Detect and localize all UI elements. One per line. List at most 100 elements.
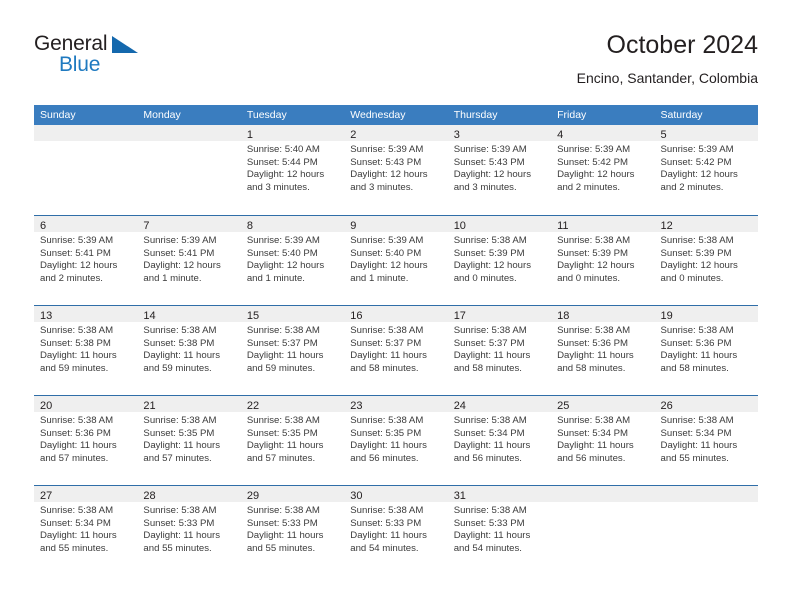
day-detail-sunrise: Sunrise: 5:38 AM: [143, 325, 217, 336]
day-cell[interactable]: 30 Sunrise: 5:38 AM Sunset: 5:33 PM Dayligh…: [344, 486, 448, 575]
day-cell[interactable]: 12 Sunrise: 5:38 AM Sunset: 5:39 PM Dayligh…: [654, 216, 758, 305]
day-cell[interactable]: 15 Sunrise: 5:38 AM Sunset: 5:37 PM Dayligh…: [240, 306, 345, 395]
day-detail-daylight1: Daylight: 12 hours: [246, 260, 325, 272]
day-detail-daylight2: and 56 minutes.: [453, 452, 522, 464]
day-detail-daylight1: Daylight: 11 hours: [246, 350, 324, 362]
day-detail-sunrise: Sunrise: 5:38 AM: [557, 325, 631, 336]
day-detail-sunset: Sunset: 5:34 PM: [453, 427, 525, 439]
day-number-strip: 21: [137, 396, 241, 412]
day-number: 12: [660, 220, 673, 232]
day-detail-daylight1: Daylight: 11 hours: [143, 350, 221, 362]
day-details: Sunrise: 5:38 AM Sunset: 5:37 PM Daylight:…: [448, 322, 551, 375]
day-detail-sunset: Sunset: 5:35 PM: [143, 427, 215, 439]
day-number: 22: [246, 400, 260, 412]
day-cell[interactable]: 8 Sunrise: 5:39 AM Sunset: 5:40 PM Daylight…: [240, 216, 345, 305]
week-row: 20 Sunrise: 5:38 AM Sunset: 5:36 PM Dayligh…: [34, 395, 758, 485]
day-number: 24: [453, 400, 466, 412]
day-detail-sunrise: Sunrise: 5:38 AM: [660, 235, 734, 246]
general-blue-logo[interactable]: General Blue: [34, 32, 154, 88]
day-cell[interactable]: 4 Sunrise: 5:39 AM Sunset: 5:42 PM Daylight…: [551, 125, 655, 215]
day-detail-daylight1: Daylight: 11 hours: [453, 440, 531, 452]
week-row: 6 Sunrise: 5:39 AM Sunset: 5:41 PM Daylight…: [34, 215, 758, 305]
day-detail-sunset: Sunset: 5:39 PM: [453, 247, 525, 259]
day-cell[interactable]: 2 Sunrise: 5:39 AM Sunset: 5:43 PM Daylight…: [344, 125, 448, 215]
day-detail-daylight1: Daylight: 11 hours: [453, 530, 531, 542]
day-cell[interactable]: 7 Sunrise: 5:39 AM Sunset: 5:41 PM Daylight…: [137, 216, 241, 305]
day-cell[interactable]: 9 Sunrise: 5:39 AM Sunset: 5:40 PM Daylight…: [344, 216, 448, 305]
day-number-strip: 13: [34, 306, 138, 322]
day-cell[interactable]: 29 Sunrise: 5:38 AM Sunset: 5:33 PM Dayligh…: [240, 486, 345, 575]
day-cell[interactable]: 23 Sunrise: 5:38 AM Sunset: 5:35 PM Dayligh…: [344, 396, 448, 485]
day-number: 16: [350, 310, 363, 322]
page-subtitle: Encino, Santander, Colombia: [576, 70, 758, 86]
day-cell[interactable]: 21 Sunrise: 5:38 AM Sunset: 5:35 PM Dayligh…: [137, 396, 241, 485]
day-number-strip: 8: [240, 216, 345, 232]
day-number-strip: 11: [551, 216, 655, 232]
day-cell[interactable]: 20 Sunrise: 5:38 AM Sunset: 5:36 PM Dayligh…: [34, 396, 138, 485]
day-cell[interactable]: 10 Sunrise: 5:38 AM Sunset: 5:39 PM Dayligh…: [447, 216, 552, 305]
title-block: October 2024 Encino, Santander, Colombia: [577, 30, 758, 88]
day-details: Sunrise: 5:39 AM Sunset: 5:43 PM Daylight:…: [344, 141, 447, 194]
day-detail-sunset: Sunset: 5:39 PM: [557, 247, 629, 259]
day-detail-sunrise: Sunrise: 5:38 AM: [40, 325, 114, 336]
day-details: Sunrise: 5:38 AM Sunset: 5:33 PM Daylight:…: [137, 502, 240, 555]
day-detail-sunset: Sunset: 5:35 PM: [350, 427, 422, 439]
day-number: 15: [246, 310, 260, 322]
day-detail-daylight2: and 58 minutes.: [660, 362, 729, 374]
day-detail-daylight2: and 54 minutes.: [350, 542, 419, 554]
day-cell[interactable]: 25 Sunrise: 5:38 AM Sunset: 5:34 PM Dayligh…: [551, 396, 655, 485]
day-number: 11: [557, 220, 569, 232]
day-detail-daylight1: Daylight: 12 hours: [557, 169, 635, 181]
day-cell[interactable]: 1 Sunrise: 5:40 AM Sunset: 5:44 PM Daylight…: [240, 125, 345, 215]
day-number: 14: [143, 310, 156, 322]
day-cell[interactable]: 16 Sunrise: 5:38 AM Sunset: 5:37 PM Dayligh…: [344, 306, 448, 395]
day-details: Sunrise: 5:38 AM Sunset: 5:39 PM Daylight:…: [448, 232, 551, 285]
day-number-strip: 9: [344, 216, 448, 232]
day-number-strip: 29: [240, 486, 345, 502]
day-number-strip: 2: [344, 125, 448, 141]
day-cell[interactable]: 6 Sunrise: 5:39 AM Sunset: 5:41 PM Daylight…: [34, 216, 138, 305]
day-number: 25: [557, 400, 570, 412]
day-detail-sunset: Sunset: 5:43 PM: [350, 156, 422, 168]
day-cell[interactable]: 13 Sunrise: 5:38 AM Sunset: 5:38 PM Dayligh…: [34, 306, 138, 395]
day-details: Sunrise: 5:38 AM Sunset: 5:35 PM Daylight:…: [344, 412, 447, 465]
day-detail-daylight2: and 0 minutes.: [453, 272, 517, 284]
page-header: General Blue October 2024 Encino, Santan…: [34, 30, 758, 98]
day-number: 9: [350, 220, 357, 232]
day-cell[interactable]: 22 Sunrise: 5:38 AM Sunset: 5:35 PM Dayligh…: [240, 396, 345, 485]
day-details: Sunrise: 5:38 AM Sunset: 5:34 PM Daylight:…: [551, 412, 654, 465]
day-number: 31: [453, 490, 466, 502]
day-cell[interactable]: 18 Sunrise: 5:38 AM Sunset: 5:36 PM Dayligh…: [551, 306, 655, 395]
day-detail-daylight2: and 56 minutes.: [350, 452, 419, 464]
day-detail-daylight2: and 55 minutes.: [143, 542, 212, 554]
day-number: 27: [40, 490, 53, 502]
day-cell[interactable]: 3 Sunrise: 5:39 AM Sunset: 5:43 PM Daylight…: [447, 125, 552, 215]
day-detail-daylight2: and 1 minute.: [246, 272, 305, 284]
day-details: Sunrise: 5:39 AM Sunset: 5:42 PM Daylight:…: [655, 141, 758, 194]
day-detail-sunset: Sunset: 5:36 PM: [40, 427, 111, 439]
day-cell[interactable]: 26 Sunrise: 5:38 AM Sunset: 5:34 PM Dayligh…: [654, 396, 758, 485]
day-detail-daylight2: and 0 minutes.: [660, 272, 724, 284]
day-detail-sunrise: Sunrise: 5:38 AM: [660, 325, 734, 336]
day-cell[interactable]: 17 Sunrise: 5:38 AM Sunset: 5:37 PM Dayligh…: [447, 306, 552, 395]
day-cell[interactable]: 11 Sunrise: 5:38 AM Sunset: 5:39 PM Dayligh…: [551, 216, 655, 305]
day-cell[interactable]: 27 Sunrise: 5:38 AM Sunset: 5:34 PM Dayligh…: [34, 486, 138, 575]
day-cell[interactable]: 24 Sunrise: 5:38 AM Sunset: 5:34 PM Dayligh…: [447, 396, 552, 485]
day-number: 4: [557, 129, 564, 141]
day-number: 2: [350, 129, 357, 141]
day-cell[interactable]: 31 Sunrise: 5:38 AM Sunset: 5:33 PM Dayligh…: [447, 486, 552, 575]
day-details: Sunrise: 5:38 AM Sunset: 5:36 PM Daylight:…: [551, 322, 654, 375]
day-number-strip: 20: [34, 396, 138, 412]
day-cell[interactable]: 28 Sunrise: 5:38 AM Sunset: 5:33 PM Dayligh…: [137, 486, 241, 575]
page-title: October 2024: [606, 31, 759, 59]
day-cell[interactable]: 14 Sunrise: 5:38 AM Sunset: 5:38 PM Dayligh…: [137, 306, 241, 395]
calendar-grid: Sunday Monday Tuesday Wednesday Thursday Frid…: [34, 105, 758, 575]
day-detail-daylight2: and 2 minutes.: [557, 181, 621, 193]
day-cell[interactable]: 5 Sunrise: 5:39 AM Sunset: 5:42 PM Daylight…: [654, 125, 758, 215]
day-detail-sunrise: Sunrise: 5:38 AM: [246, 415, 320, 426]
day-detail-sunrise: Sunrise: 5:38 AM: [40, 505, 114, 516]
day-detail-daylight1: Daylight: 11 hours: [660, 440, 738, 452]
day-detail-daylight2: and 2 minutes.: [40, 272, 103, 284]
day-detail-sunrise: Sunrise: 5:38 AM: [453, 505, 527, 516]
day-cell[interactable]: 19 Sunrise: 5:38 AM Sunset: 5:36 PM Dayligh…: [654, 306, 758, 395]
